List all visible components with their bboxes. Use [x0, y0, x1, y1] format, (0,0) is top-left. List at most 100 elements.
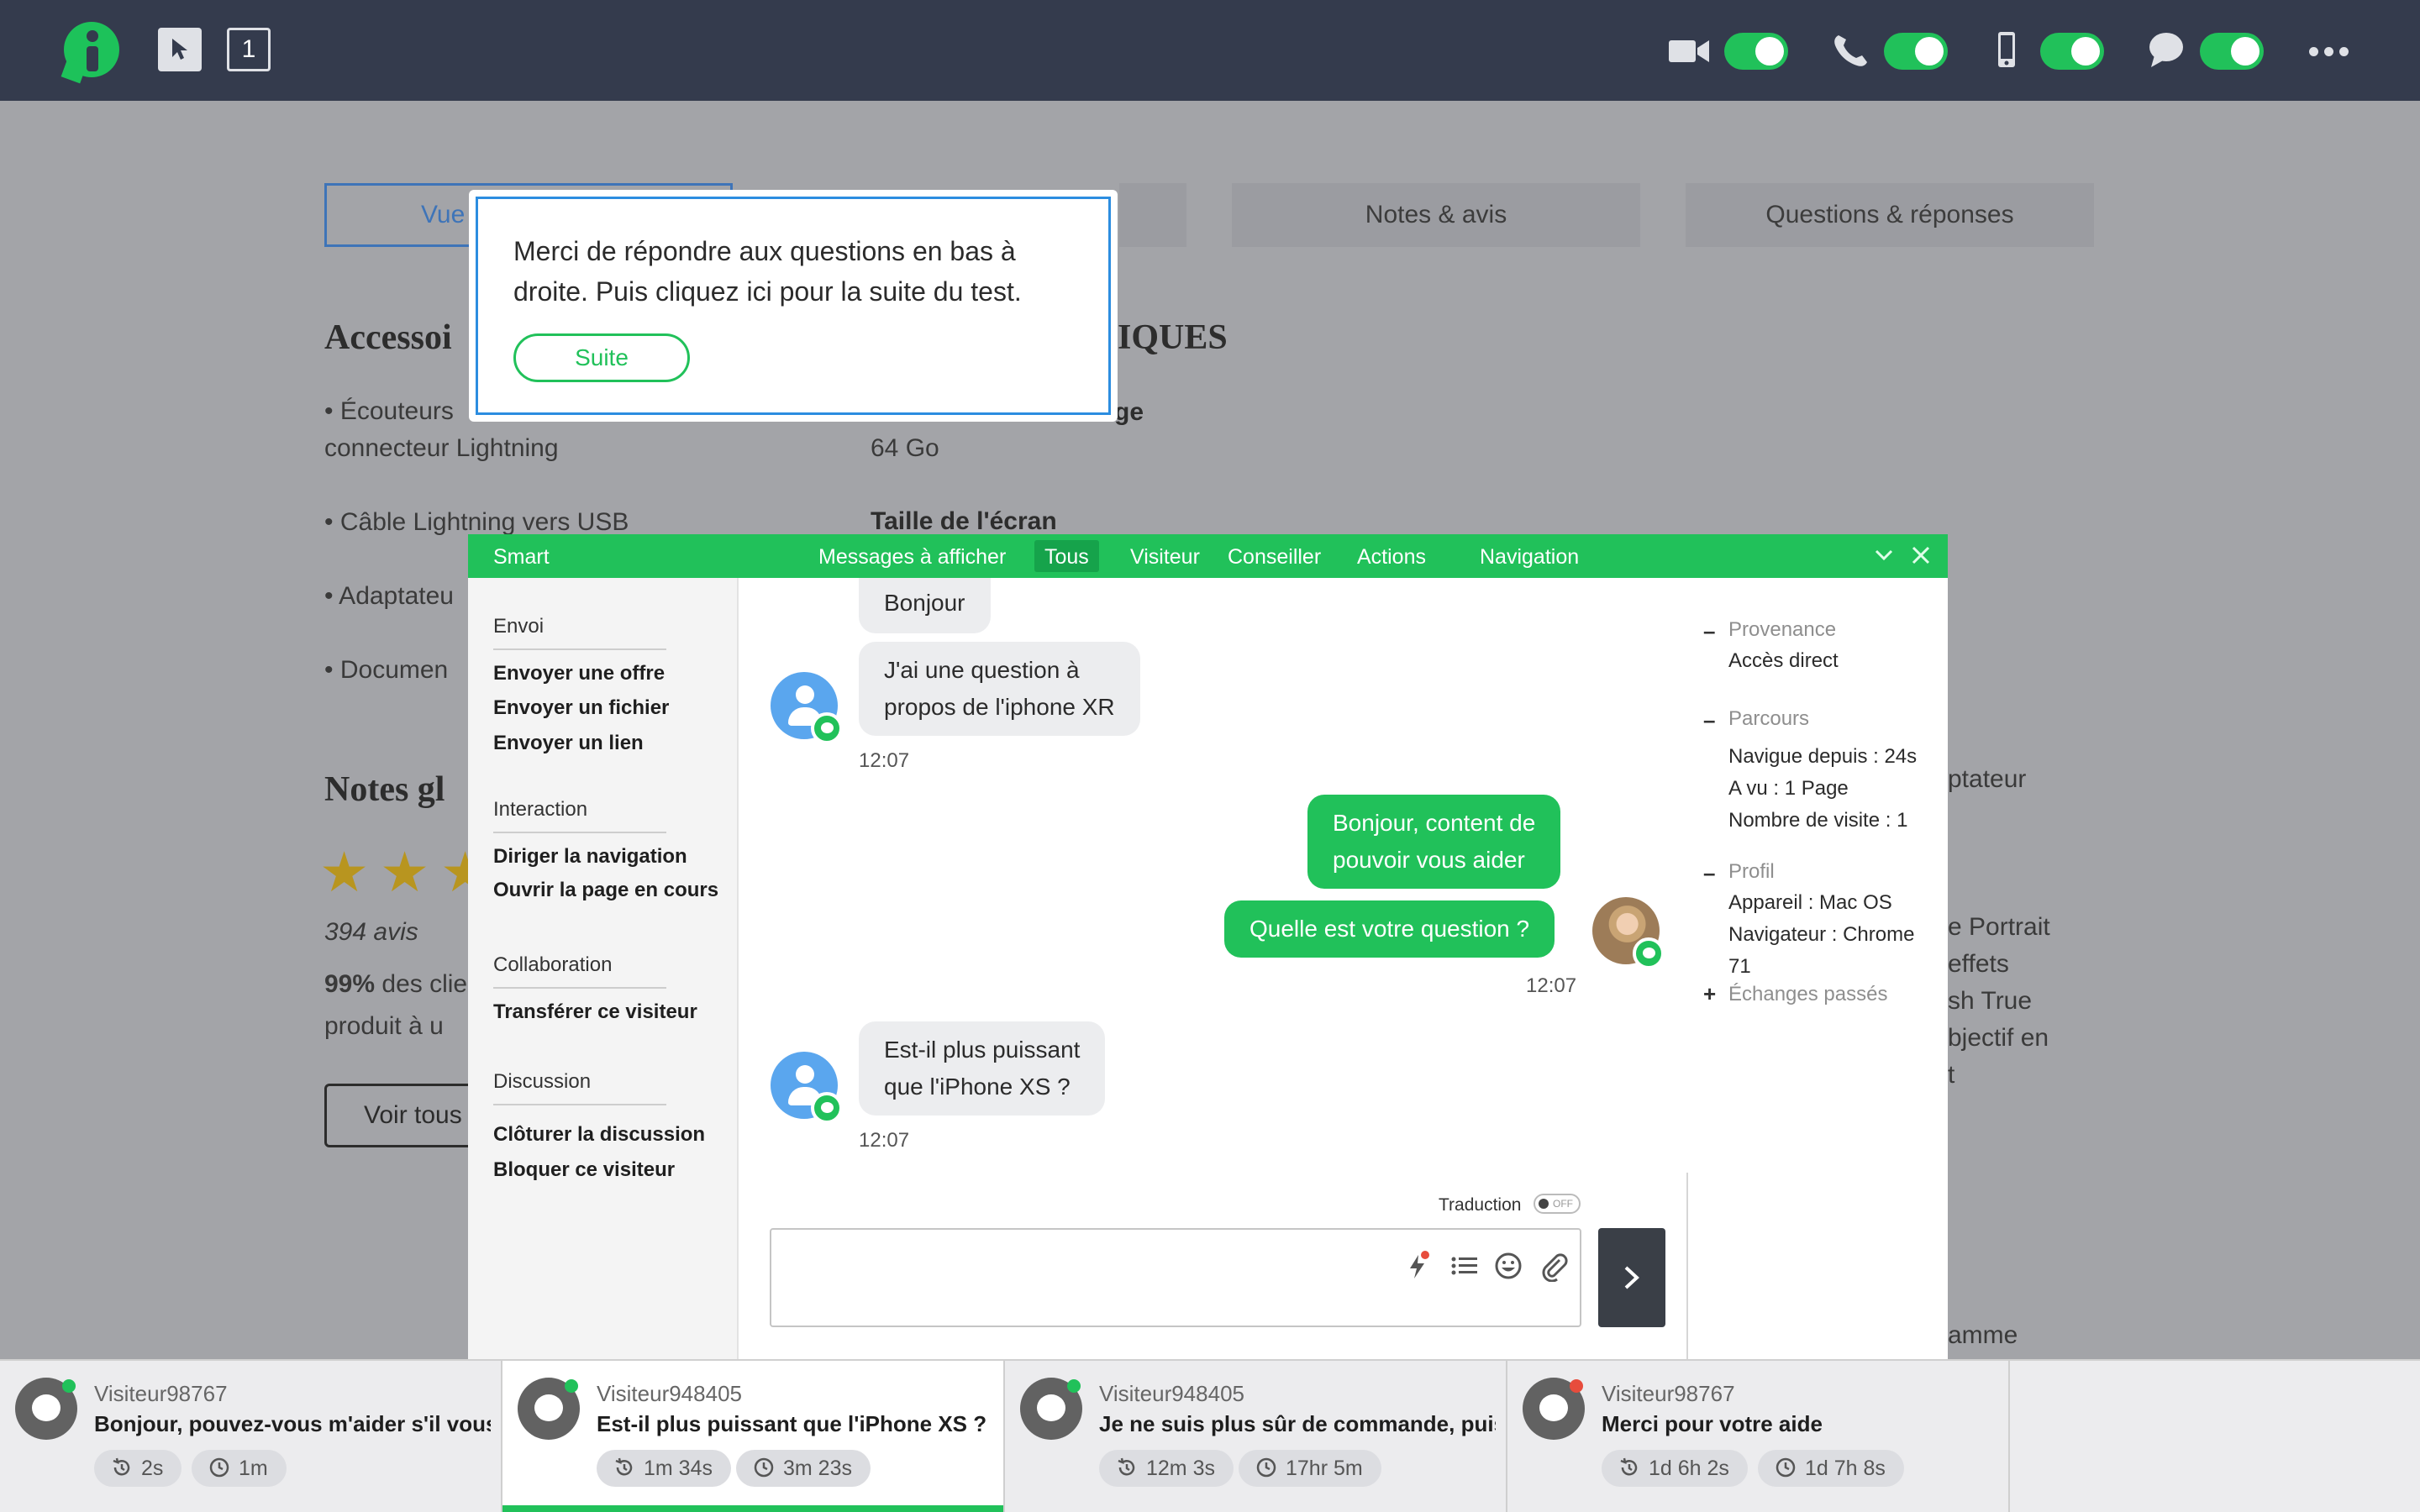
- accessory-item: • Adaptateu: [324, 582, 454, 610]
- popup-next-button[interactable]: Suite: [513, 333, 690, 382]
- filter-visitor[interactable]: Visiteur: [1130, 545, 1200, 570]
- more-options-icon[interactable]: [2309, 45, 2354, 60]
- duration-chip: 17hr 5m: [1239, 1450, 1381, 1487]
- satisfaction-line-2: produit à u: [324, 1012, 444, 1040]
- conversation-tab[interactable]: Visiteur948405 Je ne suis plus sûr de co…: [1005, 1361, 1507, 1512]
- open-current-page-action[interactable]: Ouvrir la page en cours: [493, 879, 718, 902]
- advisor-avatar: [1592, 897, 1665, 969]
- section-collaboration: Collaboration: [493, 953, 666, 989]
- conversation-tab-active[interactable]: Visiteur948405 Est-il plus puissant que …: [502, 1361, 1005, 1512]
- filter-advisor[interactable]: Conseiller: [1228, 545, 1321, 570]
- parcours-value: A vu : 1 Page: [1728, 777, 1849, 800]
- top-bar: 1: [0, 0, 2420, 101]
- conversation-tabs-bar: Visiteur98767 Bonjour, pouvez-vous m'aid…: [0, 1359, 2420, 1512]
- list-icon[interactable]: [1449, 1250, 1481, 1282]
- chip-value: 2s: [141, 1457, 164, 1480]
- attachment-icon[interactable]: [1538, 1250, 1570, 1282]
- chat-badge-icon: [811, 712, 843, 744]
- quick-reply-bolt-icon[interactable]: [1402, 1250, 1434, 1282]
- filter-actions[interactable]: Actions: [1357, 545, 1426, 570]
- send-offer-action[interactable]: Envoyer une offre: [493, 662, 665, 685]
- message-input[interactable]: [783, 1242, 1371, 1309]
- collapse-minus-icon[interactable]: –: [1703, 707, 1715, 733]
- video-toggle[interactable]: [1724, 33, 1788, 70]
- satisfaction-line: 99% des clie: [324, 966, 467, 1003]
- conversation-visitor-name: Visiteur948405: [1099, 1381, 1244, 1406]
- emoji-icon[interactable]: [1492, 1250, 1524, 1282]
- panel-header: Smart Messages à afficher Tous Visiteur …: [468, 534, 1948, 578]
- direct-navigation-action[interactable]: Diriger la navigation: [493, 845, 687, 869]
- status-dot: [62, 1379, 76, 1393]
- transfer-visitor-action[interactable]: Transférer ce visiteur: [493, 1000, 697, 1024]
- cursor-tool-button[interactable]: [158, 28, 202, 71]
- chat-toggle[interactable]: [2200, 33, 2264, 70]
- cursor-icon: [172, 39, 187, 60]
- accessory-item: • Écouteurs: [324, 397, 454, 425]
- storage-label: ge: [1114, 398, 1144, 426]
- wait-time-chip: 1d 6h 2s: [1602, 1450, 1748, 1487]
- profil-value: 71: [1728, 955, 1751, 978]
- mobile-toggle[interactable]: [2040, 33, 2104, 70]
- conversation-avatar: [15, 1378, 77, 1440]
- translation-toggle[interactable]: OFF: [1534, 1194, 1581, 1214]
- spec-fragment: ptateur: [1948, 765, 2027, 793]
- spec-fragment: effets: [1948, 950, 2009, 978]
- chip-value: 1m 34s: [644, 1457, 713, 1480]
- wait-time-chip: 1m 34s: [597, 1450, 731, 1487]
- actions-sidebar: Envoi Envoyer une offre Envoyer un fichi…: [468, 578, 739, 1359]
- history-icon: [1118, 1458, 1135, 1476]
- chip-value: 17hr 5m: [1286, 1457, 1363, 1480]
- rating-star: ★: [319, 841, 370, 903]
- close-discussion-action[interactable]: Clôturer la discussion: [493, 1123, 705, 1147]
- tab-specs-fragment[interactable]: [1119, 183, 1186, 247]
- section-interaction: Interaction: [493, 798, 666, 833]
- send-link-action[interactable]: Envoyer un lien: [493, 732, 644, 755]
- screen-size-label: Taille de l'écran: [871, 507, 1057, 535]
- conversation-last-message: Merci pour votre aide: [1602, 1411, 1823, 1436]
- history-icon: [615, 1458, 633, 1476]
- duration-chip: 3m 23s: [736, 1450, 871, 1487]
- filter-navigation[interactable]: Navigation: [1480, 545, 1579, 570]
- phone-toggle[interactable]: [1884, 33, 1948, 70]
- past-exchanges-label[interactable]: Échanges passés: [1728, 983, 1887, 1006]
- spec-fragment: t: [1948, 1061, 1955, 1089]
- close-icon[interactable]: [1912, 546, 1930, 564]
- send-file-action[interactable]: Envoyer un fichier: [493, 696, 669, 720]
- spec-fragment: amme: [1948, 1321, 2018, 1349]
- profil-value: Navigateur : Chrome: [1728, 923, 1915, 946]
- accessories-heading: Accessoi: [324, 318, 452, 357]
- rating-star: ★: [380, 841, 430, 903]
- duration-chip: 1d 7h 8s: [1758, 1450, 1904, 1487]
- status-dot: [565, 1379, 578, 1393]
- visitor-avatar: [771, 1052, 843, 1124]
- collapse-minus-icon[interactable]: –: [1703, 618, 1715, 644]
- column-divider: [1686, 1173, 1688, 1359]
- mobile-device-icon: [1998, 32, 2015, 67]
- tab-questions[interactable]: Questions & réponses: [1686, 183, 2094, 247]
- conversation-avatar: [518, 1378, 580, 1440]
- block-visitor-action[interactable]: Bloquer ce visiteur: [493, 1158, 675, 1182]
- satisfaction-pct: 99%: [324, 970, 376, 998]
- tab-reviews[interactable]: Notes & avis: [1232, 183, 1640, 247]
- collapse-minus-icon[interactable]: –: [1703, 860, 1715, 886]
- conversation-last-message: Bonjour, pouvez-vous m'aider s'il vous…: [94, 1411, 491, 1436]
- reviews-count: 394 avis: [324, 918, 418, 946]
- spec-fragment: sh True: [1948, 987, 2033, 1015]
- parcours-value: Navigue depuis : 24s: [1728, 745, 1918, 768]
- history-icon: [113, 1458, 130, 1476]
- conversation-visitor-name: Visiteur98767: [94, 1381, 228, 1406]
- translation-label: Traduction: [1439, 1195, 1522, 1215]
- conversation-tab[interactable]: Visiteur98767 Bonjour, pouvez-vous m'aid…: [0, 1361, 502, 1512]
- collapse-icon[interactable]: [1875, 549, 1893, 561]
- test-instruction-popup: Merci de répondre aux questions en bas à…: [469, 190, 1118, 422]
- filter-all[interactable]: Tous: [1034, 540, 1099, 572]
- conversation-tab[interactable]: Visiteur98767 Merci pour votre aide 1d 6…: [1507, 1361, 2010, 1512]
- message-timestamp: 12:07: [1526, 974, 1577, 997]
- history-icon: [1620, 1458, 1638, 1476]
- page-count-button[interactable]: 1: [227, 28, 271, 71]
- wait-time-chip: 12m 3s: [1099, 1450, 1234, 1487]
- chip-value: 1d 6h 2s: [1649, 1457, 1729, 1480]
- conversation-tab-empty: [2010, 1361, 2420, 1512]
- expand-plus-icon[interactable]: +: [1703, 981, 1716, 1007]
- send-button[interactable]: [1598, 1228, 1665, 1327]
